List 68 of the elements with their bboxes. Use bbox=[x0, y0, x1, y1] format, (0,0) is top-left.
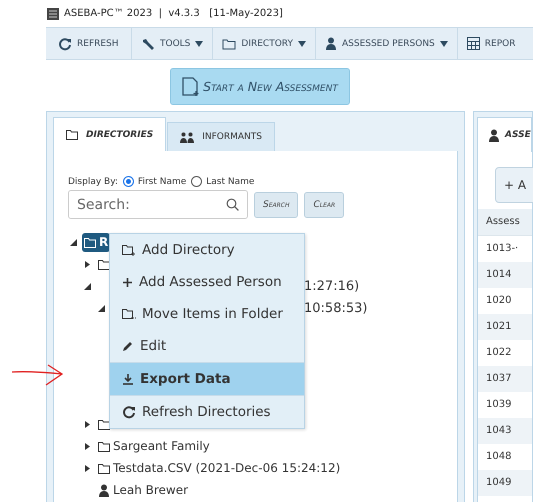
folder-icon bbox=[98, 440, 110, 452]
collapse-arrow-icon[interactable] bbox=[98, 304, 105, 312]
person-icon bbox=[488, 128, 500, 142]
download-icon bbox=[122, 373, 134, 385]
table-cell-text: 1020 bbox=[485, 294, 512, 308]
table-cell-text: 1013-· bbox=[485, 242, 520, 256]
menu-item[interactable]: Export Data bbox=[110, 362, 304, 395]
table-cell-text: 1039 bbox=[485, 398, 512, 412]
table-cell-text: 1022 bbox=[485, 346, 512, 360]
folder-icon bbox=[84, 236, 96, 248]
person-icon bbox=[98, 484, 110, 496]
person-icon bbox=[324, 37, 337, 50]
tree-item[interactable]: Testdata.CSV (2021-Dec-06 15:24:12) bbox=[96, 458, 342, 478]
collapse-arrow-icon[interactable] bbox=[84, 282, 91, 290]
search-button[interactable]: Search bbox=[254, 192, 298, 218]
panel-tab[interactable]: DIRECTORIES bbox=[53, 117, 166, 151]
toolbar-button[interactable]: ASSESSED PERSONS bbox=[316, 28, 458, 59]
expand-arrow-icon[interactable] bbox=[84, 420, 91, 428]
refresh-icon bbox=[122, 405, 136, 419]
panel-tab[interactable]: ASSE bbox=[477, 117, 532, 152]
table-cell: 1043 bbox=[478, 418, 532, 444]
menu-item[interactable]: Add Directory bbox=[110, 234, 304, 266]
tree-item[interactable]: R bbox=[82, 232, 110, 252]
table-cell: 1037 bbox=[478, 366, 532, 392]
tree-item-label[interactable]: 1:27:16) bbox=[304, 278, 360, 294]
radio-option[interactable]: Last Name bbox=[191, 176, 254, 187]
table-cell: 1014 bbox=[478, 262, 532, 288]
tree-item[interactable]: Leah Brewer bbox=[96, 480, 190, 500]
menu-item[interactable]: Add Assessed Person bbox=[110, 266, 304, 298]
pencil-icon bbox=[122, 340, 134, 352]
toolbar-button[interactable]: REFRESH bbox=[46, 28, 132, 59]
expand-arrow-icon[interactable] bbox=[84, 260, 91, 268]
window-title: ASEBA-PC™ 2023 | v4.3.3 [11-May-2023] bbox=[64, 8, 283, 19]
column-header: Assess bbox=[478, 209, 532, 236]
folder-plus-icon bbox=[122, 244, 136, 256]
start-assessment-button[interactable]: Start a New Assessment bbox=[170, 68, 350, 105]
clear-button[interactable]: Clear bbox=[304, 192, 344, 218]
refresh-icon bbox=[58, 36, 72, 50]
document-plus-icon bbox=[182, 76, 200, 96]
search-icon bbox=[226, 198, 239, 211]
tree-item-label[interactable]: 10:58:53) bbox=[304, 300, 368, 316]
table-cell-text: 1048 bbox=[485, 450, 512, 464]
add-button[interactable]: + A bbox=[495, 167, 533, 203]
collapse-arrow-icon[interactable] bbox=[70, 238, 77, 246]
plus-icon bbox=[122, 276, 133, 288]
radio-option[interactable]: First Name bbox=[122, 176, 186, 187]
menu-item[interactable]: Refresh Directories bbox=[110, 395, 304, 428]
folder-dots-icon bbox=[122, 308, 136, 320]
expand-arrow-icon[interactable] bbox=[84, 442, 91, 450]
menu-item[interactable]: Edit bbox=[110, 330, 304, 362]
toolbar-button[interactable]: REPOR bbox=[458, 28, 516, 59]
folder-icon bbox=[66, 129, 78, 140]
annotation-arrow-drawing bbox=[10, 363, 66, 387]
expand-arrow-icon[interactable] bbox=[84, 464, 91, 472]
toolbar-button[interactable]: DIRECTORY bbox=[213, 28, 316, 59]
folder-icon bbox=[98, 462, 110, 474]
table-cell: 1049 bbox=[478, 470, 532, 496]
people-icon bbox=[180, 132, 194, 142]
tree-item[interactable]: Sargeant Family bbox=[96, 436, 212, 456]
app-logo-icon bbox=[46, 6, 60, 20]
table-cell: 1021 bbox=[478, 314, 532, 340]
display-by-label: Display By: bbox=[68, 176, 118, 186]
panel-tab[interactable]: INFORMANTS bbox=[167, 122, 275, 151]
folder-icon bbox=[222, 38, 236, 50]
toolbar-button[interactable]: TOOLS bbox=[132, 28, 214, 59]
calculator-icon bbox=[466, 37, 480, 50]
search-field[interactable]: Search: bbox=[68, 190, 248, 219]
menu-item[interactable]: Move Items in Folder bbox=[110, 298, 304, 330]
